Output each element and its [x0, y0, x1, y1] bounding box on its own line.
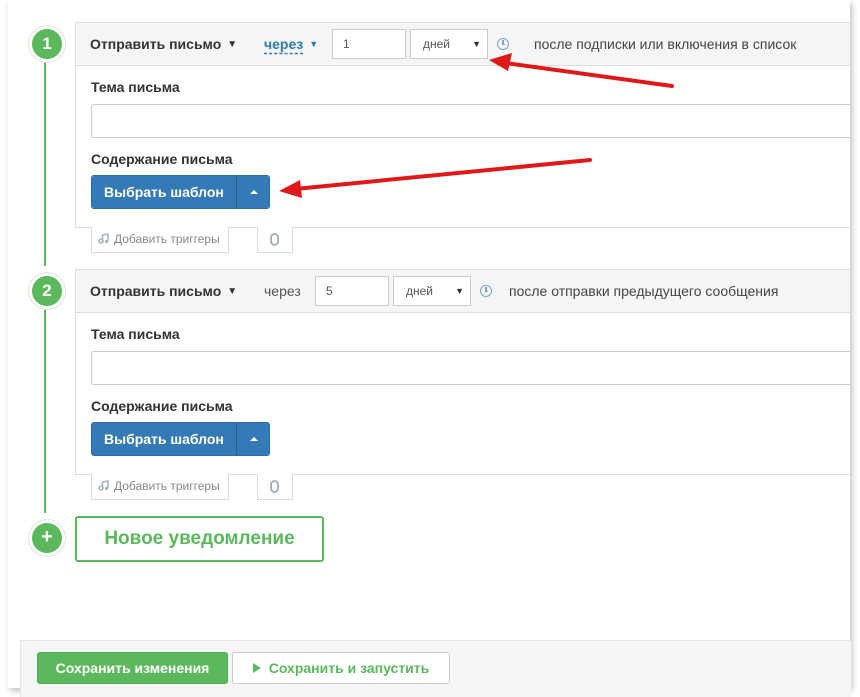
caret-down-icon: ▼	[227, 39, 238, 50]
caret-down-icon: ▼	[309, 39, 319, 49]
step-card-1: Отправить письмо ▼ через ▼ 1 дней ▼ после …	[75, 22, 850, 228]
step-header: Отправить письмо ▼ через ▼ 1 дней ▼ после …	[76, 23, 850, 66]
step-number-badge: 1	[29, 26, 65, 62]
send-type-label: Отправить письмо	[90, 36, 222, 52]
paperclip-icon	[270, 233, 279, 246]
caret-down-icon: ▼	[455, 286, 464, 296]
template-button-group: Выбрать шаблон	[91, 175, 270, 209]
caret-down-icon: ▼	[227, 286, 238, 297]
via-dropdown[interactable]: через ▼	[264, 23, 318, 65]
attach-button[interactable]	[257, 474, 293, 500]
attach-button[interactable]	[257, 227, 293, 253]
template-dropdown-toggle[interactable]	[236, 423, 269, 455]
page-canvas: 1 Отправить письмо ▼ через ▼ 1 дней ▼ посл…	[8, 0, 850, 688]
send-type-dropdown[interactable]: Отправить письмо ▼	[90, 23, 237, 65]
choose-template-button[interactable]: Выбрать шаблон	[92, 176, 237, 208]
delay-value-input[interactable]: 1	[332, 29, 406, 59]
template-button-group: Выбрать шаблон	[91, 422, 270, 456]
subject-input[interactable]	[91, 351, 850, 385]
content-label: Содержание письма	[91, 398, 233, 414]
delay-value-input[interactable]: 5	[315, 276, 389, 306]
content-label: Содержание письма	[91, 151, 233, 167]
save-and-run-button[interactable]: Сохранить и запустить	[232, 652, 450, 684]
paperclip-icon	[270, 480, 279, 493]
save-and-run-label: Сохранить и запустить	[268, 660, 430, 676]
subject-label: Тема письма	[91, 79, 180, 95]
music-note-icon	[98, 233, 109, 244]
save-changes-button[interactable]: Сохранить изменения	[37, 652, 228, 684]
step-number-badge: 2	[29, 273, 65, 309]
add-triggers-button[interactable]: Добавить триггеры	[91, 474, 229, 500]
new-notification-button[interactable]: Новое уведомление	[75, 516, 324, 562]
timeline-connector-2	[44, 307, 46, 513]
add-triggers-button[interactable]: Добавить триггеры	[91, 227, 229, 253]
add-triggers-label: Добавить триггеры	[114, 232, 220, 246]
step-card-2: Отправить письмо ▼ через 5 дней ▼ после о…	[75, 269, 850, 475]
add-triggers-label: Добавить триггеры	[114, 479, 220, 493]
add-step-icon[interactable]: +	[29, 520, 65, 556]
music-note-icon	[98, 480, 109, 491]
footer-bar: Сохранить изменения Сохранить и запустит…	[20, 640, 851, 697]
template-dropdown-toggle[interactable]	[236, 176, 269, 208]
delay-unit-select[interactable]: дней ▼	[410, 29, 488, 59]
subject-input[interactable]	[91, 104, 850, 138]
choose-template-button[interactable]: Выбрать шаблон	[92, 423, 237, 455]
caret-down-icon: ▼	[472, 39, 481, 49]
delay-unit-select[interactable]: дней ▼	[393, 276, 471, 306]
send-type-label: Отправить письмо	[90, 283, 222, 299]
subject-label: Тема письма	[91, 326, 180, 342]
delay-description: после отправки предыдущего сообщения	[509, 283, 779, 299]
delay-unit-value: дней	[406, 284, 434, 298]
delay-description: после подписки или включения в список	[534, 36, 797, 52]
step-header: Отправить письмо ▼ через 5 дней ▼ после о…	[76, 270, 850, 313]
play-icon	[252, 663, 261, 673]
via-label: через	[264, 283, 301, 299]
clock-icon[interactable]	[497, 38, 509, 50]
clock-icon[interactable]	[480, 285, 492, 297]
timeline-connector-1	[44, 60, 46, 266]
via-label: через	[264, 36, 304, 52]
send-type-dropdown[interactable]: Отправить письмо ▼	[90, 270, 237, 312]
delay-unit-value: дней	[423, 37, 451, 51]
